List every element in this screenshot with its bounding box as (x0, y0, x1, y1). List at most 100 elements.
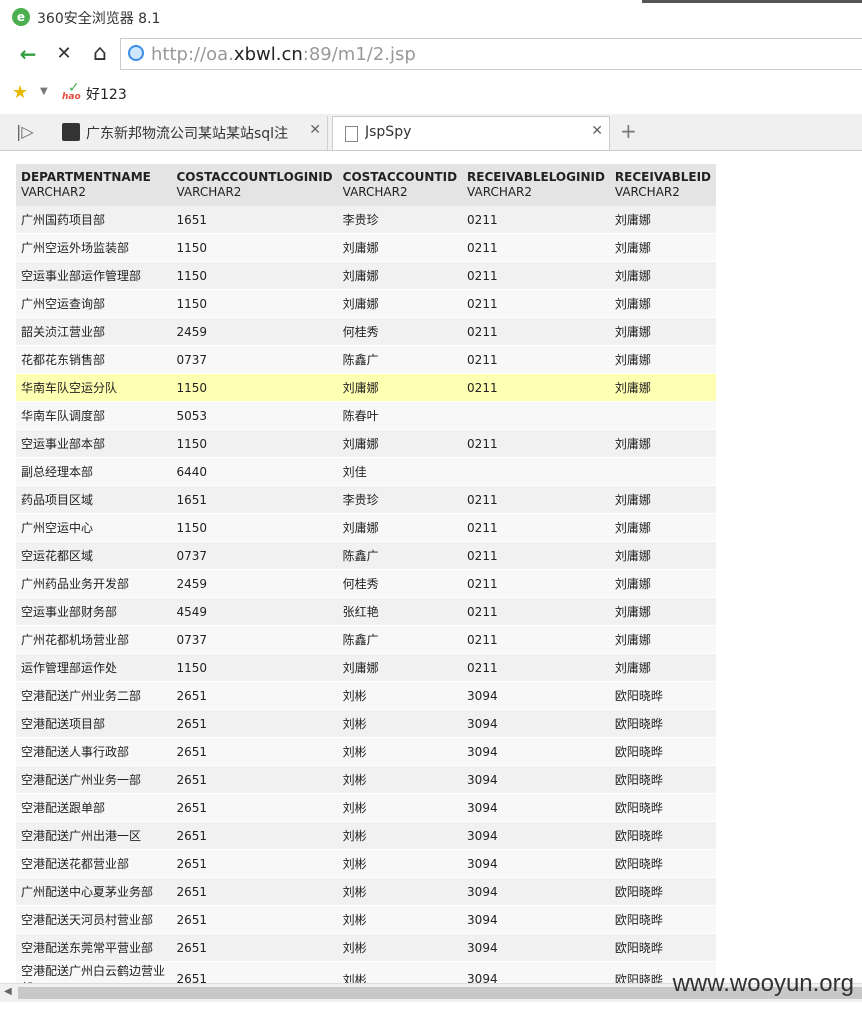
table-row: 空港配送广州业务一部 2651 刘彬 3094 欧阳晓晔 (16, 765, 716, 794)
table-row: 空港配送广州出港一区 2651 刘彬 3094 欧阳晓晔 (16, 821, 716, 850)
table-row: 运作管理部运作处 1150 刘庸娜 0211 刘庸娜 (16, 653, 716, 682)
tab-sql-injection[interactable]: 广东新邦物流公司某站某站sql注 ✕ (56, 116, 328, 150)
back-button[interactable]: ← (14, 40, 42, 68)
table-cell: 刘彬 (337, 737, 463, 766)
table-cell: 刘庸娜 (609, 625, 716, 654)
table-cell: 2459 (171, 317, 338, 346)
favorites-star-icon[interactable]: ★ (12, 82, 28, 103)
table-cell: 药品项目区域 (16, 485, 172, 514)
column-type: VARCHAR2 (342, 185, 408, 199)
table-cell: 刘庸娜 (337, 373, 463, 402)
table-cell: 2651 (171, 737, 338, 766)
table-row: 广州空运中心 1150 刘庸娜 0211 刘庸娜 (16, 513, 716, 542)
address-url[interactable]: http://oa.xbwl.cn:89/m1/2.jsp (151, 44, 416, 65)
table-cell: 刘庸娜 (609, 541, 716, 570)
table-cell: 刘庸娜 (609, 206, 716, 234)
query-result-table: DEPARTMENTNAME VARCHAR2 COSTACCOUNTLOGINID… (16, 164, 716, 983)
table-cell: 广州药品业务开发部 (16, 569, 172, 598)
tab-jspspy[interactable]: JspSpy ✕ (332, 116, 610, 150)
tab-label: 广东新邦物流公司某站某站sql注 (86, 126, 289, 142)
table-cell: 0211 (462, 345, 610, 374)
new-tab-button[interactable]: + (620, 119, 637, 143)
table-header-row: DEPARTMENTNAME VARCHAR2 COSTACCOUNTLOGINID… (16, 164, 716, 206)
column-name: DEPARTMENTNAME (21, 170, 151, 184)
table-row: 空港配送广州白云鹤边营业部2651刘彬3094欧阳晓晔 (16, 961, 716, 983)
column-header: COSTACCOUNTLOGINID VARCHAR2 (171, 164, 338, 206)
table-cell: 欧阳晓晔 (609, 877, 716, 906)
tab-close-icon[interactable]: ✕ (591, 123, 603, 139)
title-bar: e 360安全浏览器 8.1 (0, 0, 862, 34)
table-cell: 2651 (171, 821, 338, 850)
bookmarks-bar (0, 76, 862, 112)
table-cell: 空港配送广州出港一区 (16, 821, 172, 850)
table-cell: 刘庸娜 (609, 597, 716, 626)
table-row: 华南车队调度部 5053 陈春叶 (16, 401, 716, 430)
column-header: RECEIVABLELOGINID VARCHAR2 (462, 164, 610, 206)
url-domain: xbwl.cn (233, 44, 303, 65)
table-cell: 6440 (171, 457, 338, 486)
table-row: 空港配送广州业务二部 2651 刘彬 3094 欧阳晓晔 (16, 681, 716, 710)
sidebar-toggle-icon[interactable]: |▷ (16, 122, 34, 141)
table-cell: 刘庸娜 (609, 485, 716, 514)
table-row: 广州空运外场监装部 1150 刘庸娜 0211 刘庸娜 (16, 233, 716, 262)
table-cell: 0211 (462, 513, 610, 542)
table-cell: 陈鑫广 (337, 625, 463, 654)
table-cell: 运作管理部运作处 (16, 653, 172, 682)
table-cell: 空运事业部财务部 (16, 597, 172, 626)
bookmark-hao123[interactable]: 好123 (86, 84, 127, 104)
table-cell: 广州空运外场监装部 (16, 233, 172, 262)
table-cell: 刘庸娜 (337, 429, 463, 458)
table-cell: 欧阳晓晔 (609, 765, 716, 794)
table-cell: 3094 (462, 737, 610, 766)
table-cell: 刘庸娜 (609, 513, 716, 542)
column-name: RECEIVABLEID (614, 170, 711, 184)
table-cell: 广州花都机场营业部 (16, 625, 172, 654)
table-cell: 2651 (171, 933, 338, 962)
table-cell: 欧阳晓晔 (609, 737, 716, 766)
table-cell: 欧阳晓晔 (609, 821, 716, 850)
table-cell (462, 457, 610, 486)
table-row: 华南车队空运分队 1150 刘庸娜 0211 刘庸娜 (16, 373, 716, 402)
table-row: 空港配送天河员村营业部 2651 刘彬 3094 欧阳晓晔 (16, 905, 716, 934)
table-cell: 1150 (171, 233, 338, 262)
table-cell: 陈春叶 (337, 401, 463, 430)
table-cell: 2651 (171, 961, 338, 983)
table-cell: 何桂秀 (337, 569, 463, 598)
table-cell: 0211 (462, 597, 610, 626)
table-cell: 刘彬 (337, 793, 463, 822)
table-cell: 广州国药项目部 (16, 206, 172, 234)
table-cell: 2651 (171, 849, 338, 878)
table-cell: 0211 (462, 485, 610, 514)
table-cell: 空运事业部运作管理部 (16, 261, 172, 290)
table-cell: 空港配送项目部 (16, 709, 172, 738)
stop-button[interactable]: ✕ (50, 40, 78, 68)
table-cell: 刘庸娜 (337, 513, 463, 542)
url-suffix: :89/m1/2.jsp (302, 44, 416, 65)
tab-close-icon[interactable]: ✕ (309, 122, 321, 138)
column-header: COSTACCOUNTID VARCHAR2 (337, 164, 463, 206)
hao123-icon[interactable]: ✓ hao (62, 80, 84, 102)
table-cell: 0211 (462, 373, 610, 402)
table-cell: 3094 (462, 821, 610, 850)
table-cell: 3094 (462, 905, 610, 934)
scroll-left-icon[interactable]: ◀ (4, 986, 12, 997)
table-row: 花都花东销售部 0737 陈鑫广 0211 刘庸娜 (16, 345, 716, 374)
table-cell: 华南车队调度部 (16, 401, 172, 430)
table-cell: 1150 (171, 513, 338, 542)
page-content: DEPARTMENTNAME VARCHAR2 COSTACCOUNTLOGINID… (0, 151, 862, 983)
table-cell: 空港配送天河员村营业部 (16, 905, 172, 934)
table-cell: 刘庸娜 (609, 653, 716, 682)
column-name: RECEIVABLELOGINID (467, 170, 605, 184)
table-cell: 0737 (171, 345, 338, 374)
favorites-dropdown-icon[interactable]: ▼ (40, 86, 48, 97)
table-cell: 刘庸娜 (609, 317, 716, 346)
table-cell: 空港配送跟单部 (16, 793, 172, 822)
table-cell: 1651 (171, 206, 338, 234)
table-cell: 0211 (462, 429, 610, 458)
table-cell (609, 457, 716, 486)
table-row: 空港配送东莞常平营业部 2651 刘彬 3094 欧阳晓晔 (16, 933, 716, 962)
address-bar[interactable]: http://oa.xbwl.cn:89/m1/2.jsp (120, 38, 862, 70)
home-button[interactable]: ⌂ (86, 40, 114, 68)
table-cell: 2651 (171, 793, 338, 822)
table-cell: 刘庸娜 (337, 233, 463, 262)
